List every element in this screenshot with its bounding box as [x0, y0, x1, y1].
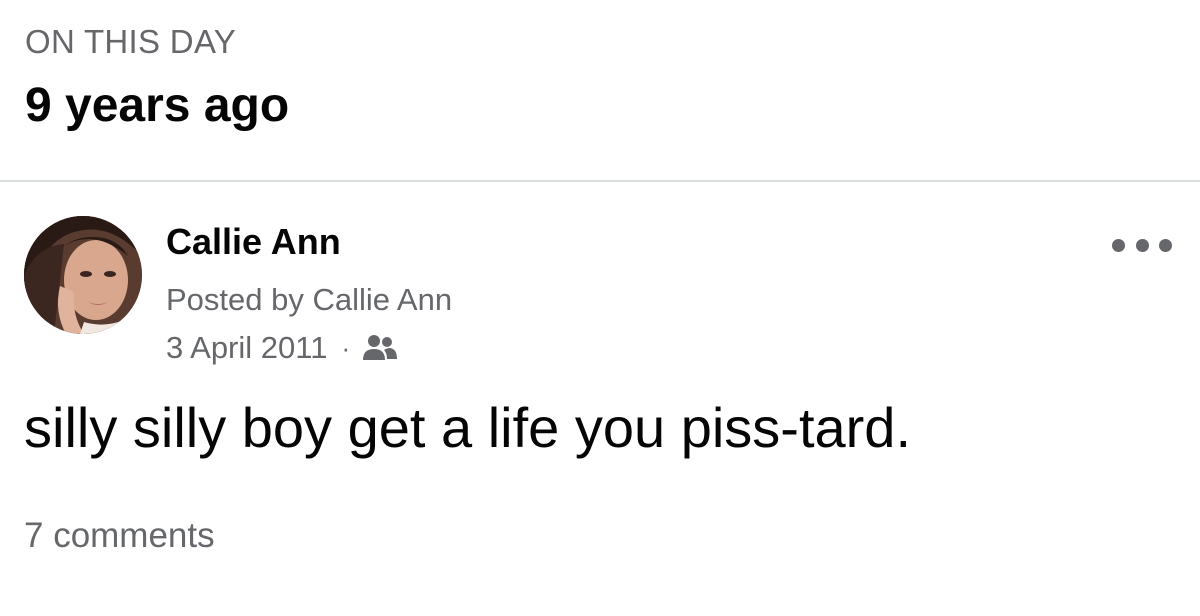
post-card: Callie Ann Posted by Callie Ann 3 April … [0, 182, 1200, 616]
post-text: silly silly boy get a life you piss-tard… [24, 396, 912, 459]
author-name[interactable]: Callie Ann [166, 220, 341, 264]
more-dot [1112, 238, 1125, 252]
meta-separator: · [341, 332, 351, 363]
more-dot [1135, 238, 1149, 252]
post-date[interactable]: 3 April 2011 [166, 330, 327, 366]
post-meta: 3 April 2011 · [166, 328, 398, 368]
avatar[interactable] [24, 216, 142, 334]
comments-link[interactable]: 7 comments [24, 514, 215, 558]
more-options-icon[interactable] [1112, 230, 1172, 260]
memory-title: 9 years ago [25, 79, 290, 132]
memory-header: ON THIS DAY 9 years ago [0, 0, 1200, 181]
memory-eyebrow: ON THIS DAY [25, 23, 237, 60]
more-dot [1159, 238, 1172, 252]
posted-by-label: Posted by Callie Ann [166, 282, 453, 317]
friends-icon[interactable] [362, 333, 398, 363]
